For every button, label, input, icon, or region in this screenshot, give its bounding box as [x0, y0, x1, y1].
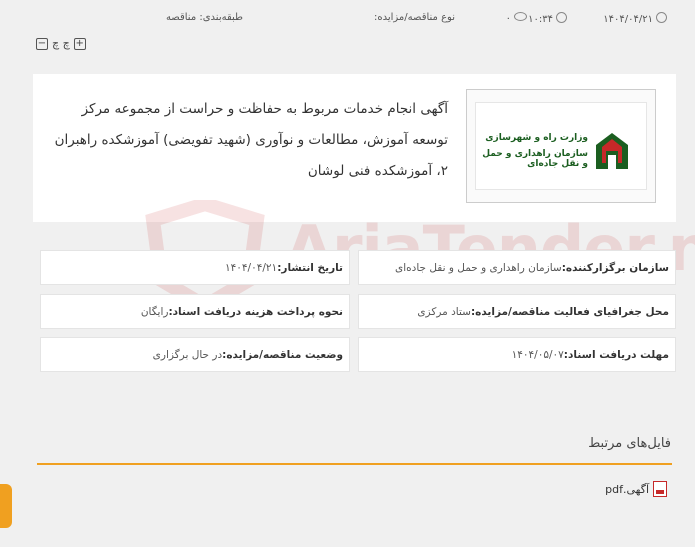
publish-time: ۱۰:۳۴	[528, 12, 567, 25]
file-name: آگهی.pdf	[605, 482, 649, 496]
detail-deadline: مهلت دریافت اسناد:۱۴۰۴/۰۵/۰۷	[358, 337, 676, 372]
detail-organizer: سازمان برگزارکننده:سازمان راهداری و حمل …	[358, 250, 676, 285]
page-title: آگهی انجام خدمات مربوط به حفاظت و حراست …	[54, 101, 448, 179]
eye-icon	[514, 12, 527, 21]
divider	[37, 463, 672, 465]
calendar-icon	[656, 12, 667, 23]
toolbar: − چ چ +	[36, 37, 86, 50]
zoom-out-button[interactable]: −	[36, 37, 48, 50]
logo-ministry-text: وزارت راه و شهرسازی	[485, 133, 588, 143]
print-button[interactable]: چ چ	[52, 37, 70, 50]
view-count: ۰	[506, 12, 527, 24]
clock-icon	[556, 12, 567, 23]
pdf-icon	[653, 481, 667, 497]
rmto-logo-icon	[596, 133, 628, 169]
publish-date: ۱۴۰۴/۰۴/۲۱	[603, 12, 667, 25]
organization-logo: وزارت راه و شهرسازی سازمان راهداری و حمل…	[466, 89, 656, 203]
related-files-heading: فایل‌های مرتبط	[588, 436, 671, 451]
detail-publish-date: تاریخ انتشار:۱۴۰۴/۰۴/۲۱	[40, 250, 350, 285]
category: طبقه‌بندی: مناقصه	[165, 12, 243, 23]
side-tab-handle[interactable]	[0, 484, 12, 528]
detail-status: وضعیت مناقصه/مزایده:در حال برگزاری	[40, 337, 350, 372]
detail-fee: نحوه پرداخت هزینه دریافت اسناد:رایگان	[40, 294, 350, 329]
logo-org-text: سازمان راهداری و حمل و نقل جاده‌ای	[482, 149, 588, 169]
zoom-in-button[interactable]: +	[73, 37, 86, 50]
file-link-pdf[interactable]: آگهی.pdf	[605, 481, 667, 497]
detail-location: محل جغرافیای فعالیت مناقصه/مزایده:ستاد م…	[358, 294, 676, 329]
tender-type: نوع مناقصه/مزایده:	[374, 12, 455, 23]
header-card: وزارت راه و شهرسازی سازمان راهداری و حمل…	[33, 74, 676, 222]
